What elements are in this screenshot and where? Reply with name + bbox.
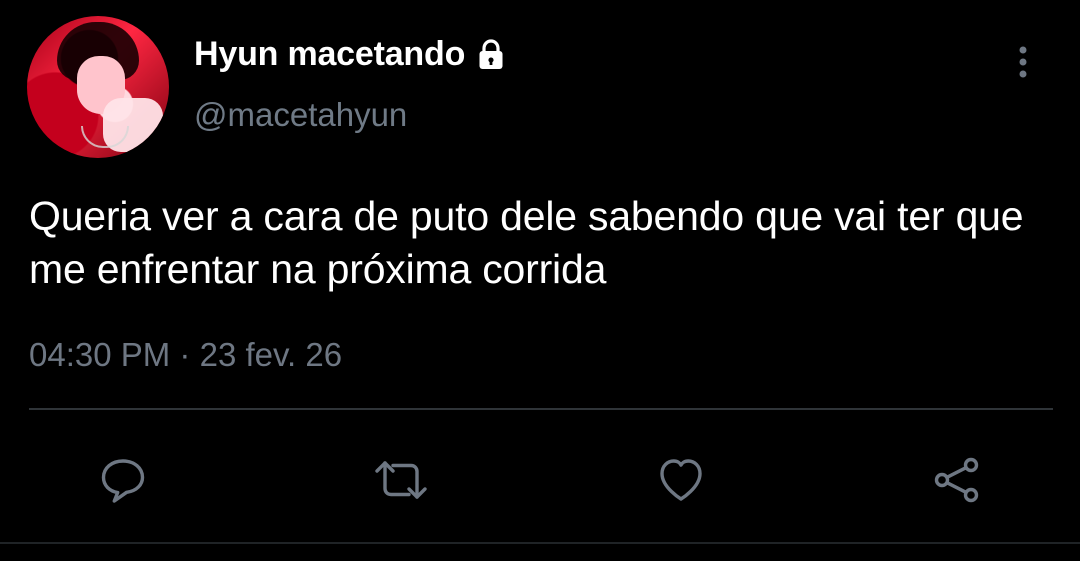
retweet-button[interactable]: [366, 445, 436, 515]
tweet-date: 23 fev. 26: [199, 336, 343, 373]
more-options-button[interactable]: [1012, 43, 1034, 81]
author-name-row[interactable]: Hyun macetando: [194, 33, 508, 75]
reply-icon: [101, 459, 145, 503]
like-button[interactable]: [646, 445, 716, 515]
display-name[interactable]: Hyun macetando: [194, 33, 465, 75]
meta-separator: ·: [179, 336, 191, 373]
tweet-time: 04:30 PM: [29, 336, 171, 373]
lock-icon: [479, 38, 503, 69]
reply-button[interactable]: [88, 445, 158, 515]
share-icon: [934, 457, 979, 503]
retweet-icon: [375, 461, 427, 499]
vertical-more-icon: [1019, 46, 1027, 78]
tweet-text: Queria ver a cara de puto dele sabendo q…: [29, 193, 1024, 292]
share-button[interactable]: [921, 445, 991, 515]
tweet-meta: 04:30 PM · 23 fev. 26: [29, 333, 342, 377]
avatar[interactable]: [27, 16, 169, 158]
divider: [29, 408, 1053, 410]
bottom-divider: [0, 542, 1080, 544]
tweet-actions: [0, 445, 1080, 515]
heart-icon: [660, 459, 702, 501]
author-handle[interactable]: @macetahyun: [194, 95, 407, 135]
